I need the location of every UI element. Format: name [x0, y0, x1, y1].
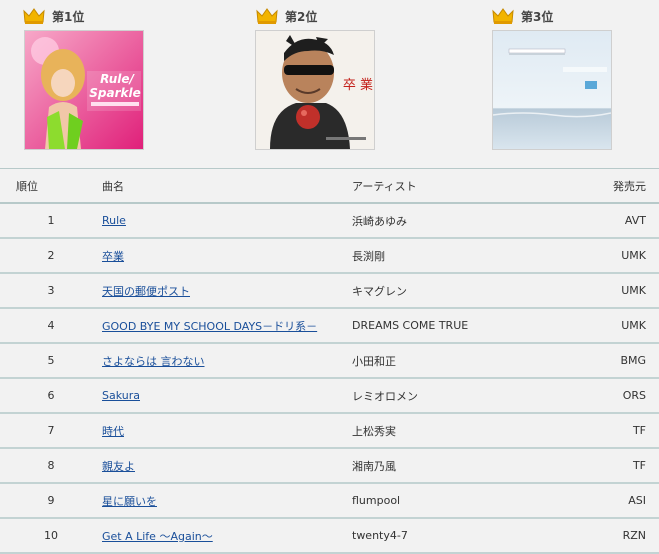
top3-section: 第1位 Rule/ Sparkle 第2位 卒 業 第3位 — [0, 0, 659, 160]
song-link[interactable]: 星に願いを — [102, 495, 157, 508]
table-row: 1 Rule 浜崎あゆみ AVT — [0, 203, 659, 239]
title-cell: さよならは 言わない — [102, 343, 352, 379]
top3-rank-2: 第2位 — [256, 6, 317, 26]
rank-cell: 1 — [0, 203, 102, 239]
rank-cell: 5 — [0, 343, 102, 379]
label-cell: TF — [582, 413, 659, 449]
svg-text:卒 業: 卒 業 — [343, 77, 373, 93]
table-row: 4 GOOD BYE MY SCHOOL DAYS－ドリ系－ DREAMS CO… — [0, 308, 659, 344]
label-cell: BMG — [582, 343, 659, 379]
table-row: 9 星に願いを flumpool ASI — [0, 483, 659, 519]
artist-cell: twenty4-7 — [352, 518, 582, 554]
rank-cell: 3 — [0, 273, 102, 309]
top3-rank-1: 第1位 — [23, 6, 84, 26]
artist-cell: レミオロメン — [352, 378, 582, 414]
album-jacket-1[interactable]: Rule/ Sparkle — [24, 30, 144, 150]
artist-cell: 上松秀実 — [352, 413, 582, 449]
header-title: 曲名 — [102, 168, 352, 204]
rank-cell: 2 — [0, 238, 102, 274]
rank-label: 第2位 — [285, 9, 318, 24]
rank-cell: 7 — [0, 413, 102, 449]
crown-icon — [492, 8, 514, 24]
artist-cell: 湘南乃風 — [352, 448, 582, 484]
album-art-image: 卒 業 — [256, 31, 374, 149]
label-cell: RZN — [582, 518, 659, 554]
album-jacket-3[interactable] — [492, 30, 612, 150]
song-link[interactable]: 天国の郵便ポスト — [102, 285, 190, 298]
table-row: 2 卒業 長渕剛 UMK — [0, 238, 659, 274]
label-cell: UMK — [582, 238, 659, 274]
title-cell: 親友よ — [102, 448, 352, 484]
table-header-row: 順位 曲名 アーティスト 発売元 — [0, 168, 659, 204]
song-link[interactable]: 卒業 — [102, 250, 124, 263]
label-cell: AVT — [582, 203, 659, 239]
table-row: 5 さよならは 言わない 小田和正 BMG — [0, 343, 659, 379]
label-cell: UMK — [582, 273, 659, 309]
song-link[interactable]: さよならは 言わない — [102, 355, 205, 368]
artist-cell: 小田和正 — [352, 343, 582, 379]
song-link[interactable]: Get A Life ～Again～ — [102, 530, 213, 543]
rank-cell: 4 — [0, 308, 102, 344]
table-row: 8 親友よ 湘南乃風 TF — [0, 448, 659, 484]
album-art-image: Rule/ Sparkle — [25, 31, 143, 149]
rank-label: 第3位 — [521, 9, 554, 24]
ranking-table: 順位 曲名 アーティスト 発売元 1 Rule 浜崎あゆみ AVT 2 卒業 長… — [0, 168, 659, 554]
title-cell: 星に願いを — [102, 483, 352, 519]
rank-label: 第1位 — [52, 9, 85, 24]
crown-icon — [256, 8, 278, 24]
rank-cell: 6 — [0, 378, 102, 414]
title-cell: GOOD BYE MY SCHOOL DAYS－ドリ系－ — [102, 308, 352, 344]
artist-cell: 浜崎あゆみ — [352, 203, 582, 239]
label-cell: ASI — [582, 483, 659, 519]
label-cell: UMK — [582, 308, 659, 344]
artist-cell: DREAMS COME TRUE — [352, 308, 582, 344]
header-artist: アーティスト — [352, 168, 582, 204]
rank-cell: 10 — [0, 518, 102, 554]
header-label: 発売元 — [582, 168, 659, 204]
header-rank: 順位 — [0, 168, 102, 204]
artist-cell: 長渕剛 — [352, 238, 582, 274]
svg-text:Rule/: Rule/ — [100, 72, 135, 86]
label-cell: TF — [582, 448, 659, 484]
label-cell: ORS — [582, 378, 659, 414]
top3-rank-3: 第3位 — [492, 6, 553, 26]
svg-text:Sparkle: Sparkle — [89, 86, 140, 100]
song-link[interactable]: GOOD BYE MY SCHOOL DAYS－ドリ系－ — [102, 320, 317, 333]
table-row: 6 Sakura レミオロメン ORS — [0, 378, 659, 414]
title-cell: Get A Life ～Again～ — [102, 518, 352, 554]
rank-cell: 9 — [0, 483, 102, 519]
title-cell: Sakura — [102, 378, 352, 414]
song-link[interactable]: Rule — [102, 214, 126, 227]
title-cell: 時代 — [102, 413, 352, 449]
table-row: 10 Get A Life ～Again～ twenty4-7 RZN — [0, 518, 659, 554]
rank-cell: 8 — [0, 448, 102, 484]
song-link[interactable]: 親友よ — [102, 460, 135, 473]
song-link[interactable]: 時代 — [102, 425, 124, 438]
album-art-image — [493, 31, 611, 149]
table-row: 7 時代 上松秀実 TF — [0, 413, 659, 449]
song-link[interactable]: Sakura — [102, 389, 140, 402]
artist-cell: flumpool — [352, 483, 582, 519]
title-cell: 天国の郵便ポスト — [102, 273, 352, 309]
crown-icon — [23, 8, 45, 24]
album-jacket-2[interactable]: 卒 業 — [255, 30, 375, 150]
artist-cell: キマグレン — [352, 273, 582, 309]
title-cell: 卒業 — [102, 238, 352, 274]
title-cell: Rule — [102, 203, 352, 239]
table-row: 3 天国の郵便ポスト キマグレン UMK — [0, 273, 659, 309]
